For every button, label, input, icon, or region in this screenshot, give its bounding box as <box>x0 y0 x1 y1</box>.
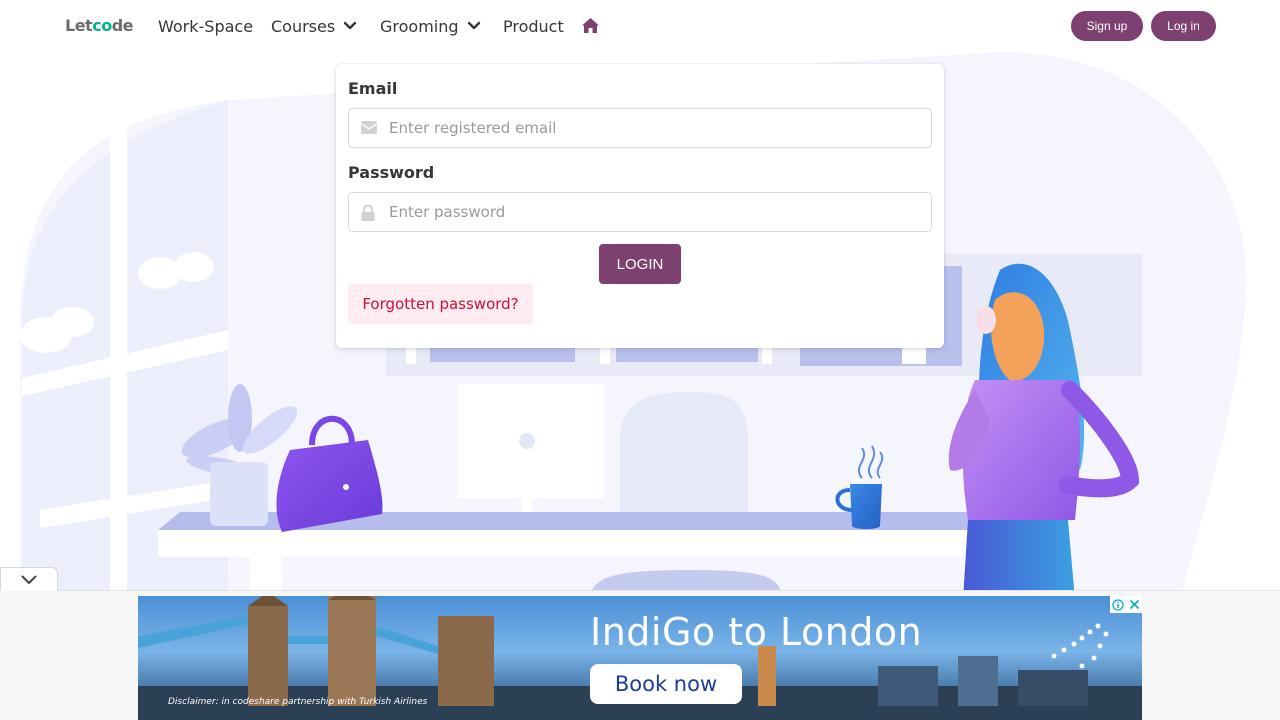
login-submit-button[interactable]: LOGIN <box>599 244 681 284</box>
nav-item-label: Grooming <box>380 16 459 36</box>
email-input[interactable] <box>349 109 931 147</box>
ad-choices <box>1110 596 1142 613</box>
ad-book-now-button[interactable]: Book now <box>590 664 742 704</box>
letcode-logo[interactable]: Letcode <box>65 16 134 35</box>
chevron-down-icon <box>344 21 357 30</box>
home-icon[interactable] <box>581 17 600 38</box>
info-icon[interactable] <box>1110 596 1126 613</box>
login-form-card: Email Password LOGIN Forgotten password? <box>336 64 944 348</box>
ad-collapse-toggle[interactable] <box>0 567 58 591</box>
email-label: Email <box>348 79 398 98</box>
password-label: Password <box>348 163 435 182</box>
close-icon[interactable] <box>1126 596 1142 613</box>
nav-item-product[interactable]: Product <box>503 15 564 37</box>
forgot-password-link[interactable]: Forgotten password? <box>348 284 533 324</box>
ad-headline: IndiGo to London <box>590 610 923 654</box>
chevron-down-icon <box>21 575 37 584</box>
signup-button[interactable]: Sign up <box>1071 11 1143 41</box>
ad-banner[interactable]: IndiGo to London Book now Disclaimer: in… <box>138 596 1142 720</box>
nav-item-courses[interactable]: Courses <box>271 15 357 37</box>
nav-item-label: Product <box>503 16 564 36</box>
logo-prefix: Let <box>65 16 93 35</box>
login-nav-button[interactable]: Log in <box>1151 11 1216 41</box>
nav-item-grooming[interactable]: Grooming <box>380 15 481 37</box>
password-input[interactable] <box>349 193 931 231</box>
password-field-wrapper <box>348 192 932 232</box>
top-navbar: Letcode Work-Space Courses Grooming Prod… <box>0 0 1280 52</box>
logo-accent: co <box>92 16 112 35</box>
nav-item-label: Work-Space <box>158 16 254 36</box>
ad-disclaimer: Disclaimer: in codeshare partnership wit… <box>168 697 428 707</box>
chevron-down-icon <box>467 21 480 30</box>
nav-item-label: Courses <box>271 16 336 36</box>
email-field-wrapper <box>348 108 932 148</box>
logo-suffix: de <box>111 16 134 35</box>
nav-item-work-space[interactable]: Work-Space <box>158 15 253 37</box>
